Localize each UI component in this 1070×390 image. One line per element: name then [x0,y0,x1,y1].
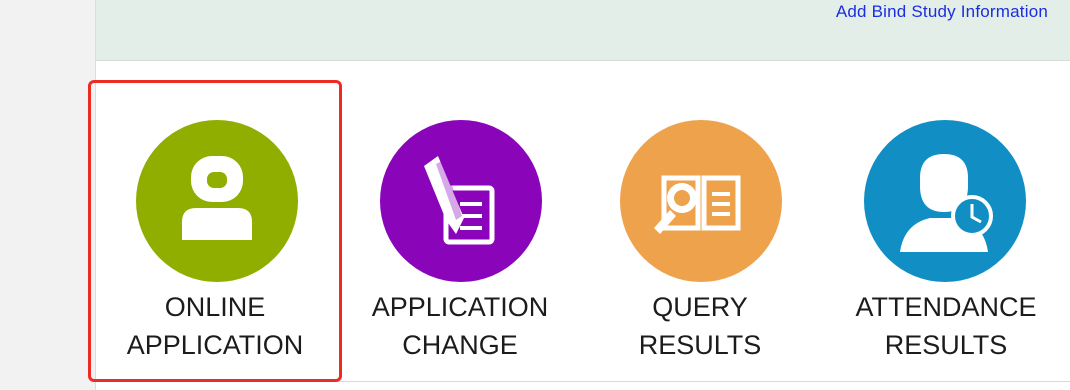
info-bar: Add Bind Study Information [96,0,1070,61]
query-results-line2: RESULTS [638,330,762,360]
application-change-line2: CHANGE [402,330,518,360]
pen-document-icon [380,120,542,282]
online-application-line2: APPLICATION [126,330,304,360]
magnifier-book-icon [620,120,782,282]
attendance-results-tile[interactable]: ATTENDANCE RESULTS [826,80,1066,382]
query-results-tile[interactable]: QUERY RESULTS [590,80,810,382]
attendance-results-line2: RESULTS [884,330,1008,360]
online-application-tile[interactable]: ONLINE APPLICATION [88,80,342,382]
left-sidebar [0,0,96,390]
online-application-line1: ONLINE [164,292,266,322]
person-icon [136,120,298,282]
query-results-line1: QUERY [652,292,748,322]
application-change-tile[interactable]: APPLICATION CHANGE [345,80,575,382]
add-bind-study-link[interactable]: Add Bind Study Information [836,2,1048,22]
application-change-line1: APPLICATION [371,292,549,322]
attendance-results-line1: ATTENDANCE [855,292,1037,322]
person-clock-icon [864,120,1026,282]
